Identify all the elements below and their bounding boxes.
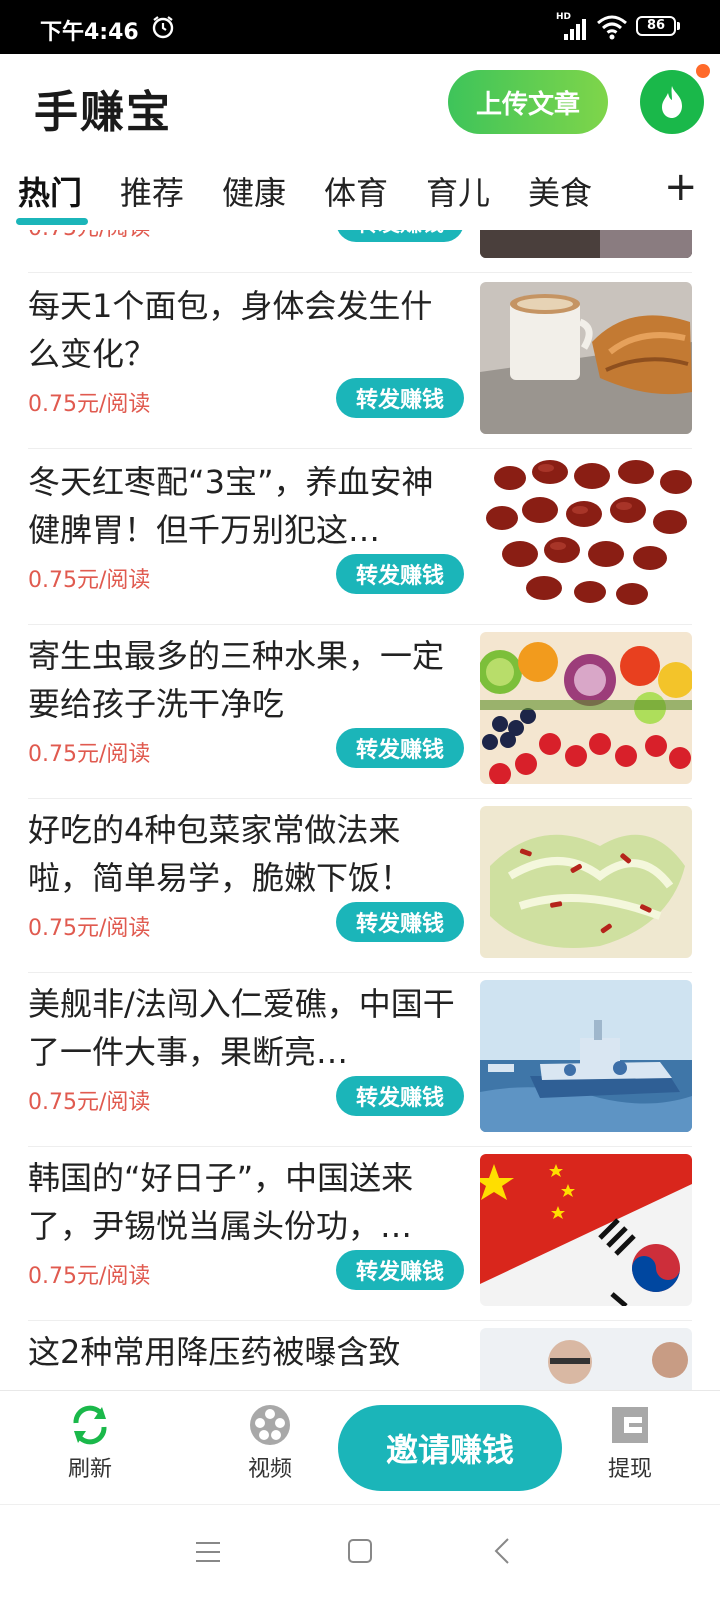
article-title: 这2种常用降压药被曝含致 — [28, 1333, 401, 1371]
article-price: 0.75元/阅读 — [28, 392, 151, 417]
article-title: 美舰非/法闯入仁爱礁，中国干了一件大事，果断亮… — [28, 985, 455, 1071]
list-item[interactable]: 韩国的“好日子”，中国送来了，尹锡悦当属头份功，… 0.75元/阅读 转发赚钱 — [28, 1144, 692, 1321]
system-navigation-bar — [0, 1504, 720, 1601]
list-item[interactable]: 每天1个面包，身体会发生什么变化？ 0.75元/阅读 转发赚钱 — [28, 272, 692, 449]
article-title: 寄生虫最多的三种水果，一定要给孩子洗干净吃 — [28, 637, 445, 723]
share-earn-button[interactable]: 转发赚钱 — [336, 230, 464, 242]
tab-sports[interactable]: 体育 — [324, 168, 388, 214]
article-thumbnail — [480, 282, 692, 434]
signal-icon — [564, 19, 586, 40]
share-earn-button[interactable]: 转发赚钱 — [336, 1076, 464, 1116]
article-thumbnail — [480, 230, 692, 258]
flame-icon — [662, 86, 682, 118]
category-tabs: 热门 推荐 健康 体育 育儿 美食 + — [0, 154, 720, 230]
list-item[interactable]: 好吃的4种包菜家常做法来啦，简单易学，脆嫩下饭！ 0.75元/阅读 转发赚钱 — [28, 796, 692, 973]
tab-parenting[interactable]: 育儿 — [426, 168, 490, 214]
nav-withdraw[interactable]: 提现 — [580, 1403, 680, 1483]
article-price: 0.75元/阅读 — [28, 568, 151, 593]
tab-hot[interactable]: 热门 — [18, 168, 82, 214]
upload-article-button[interactable]: 上传文章 — [448, 70, 608, 134]
list-item[interactable]: 美舰非/法闯入仁爱礁，中国干了一件大事，果断亮… 0.75元/阅读 转发赚钱 — [28, 970, 692, 1147]
article-title: 好吃的4种包菜家常做法来啦，简单易学，脆嫩下饭！ — [28, 811, 413, 897]
share-earn-button[interactable]: 转发赚钱 — [336, 728, 464, 768]
article-price: 0.75元/阅读 — [28, 230, 150, 242]
add-tab-button[interactable]: + — [664, 164, 698, 210]
nav-withdraw-label: 提现 — [607, 1457, 652, 1482]
nav-refresh[interactable]: 刷新 — [40, 1403, 140, 1483]
article-title: 冬天红枣配“3宝”，养血安神健脾胃！但千万别犯这… — [28, 463, 434, 549]
bottom-navigation: 刷新 视频 邀请赚钱 提现 — [0, 1390, 720, 1505]
list-item[interactable]: 0.75元/阅读 转发赚钱 — [28, 230, 692, 273]
app-header: 手赚宝 上传文章 — [0, 54, 720, 154]
article-price: 0.75元/阅读 — [28, 1264, 151, 1289]
article-thumbnail — [480, 632, 692, 784]
notification-dot — [696, 64, 710, 78]
tab-recommend[interactable]: 推荐 — [120, 168, 184, 214]
list-item[interactable]: 冬天红枣配“3宝”，养血安神健脾胃！但千万别犯这… 0.75元/阅读 转发赚钱 — [28, 448, 692, 625]
home-icon[interactable] — [348, 1539, 372, 1563]
status-bar: 下午4:46 HD 86 — [0, 0, 720, 54]
article-thumbnail — [480, 980, 692, 1132]
film-reel-icon — [250, 1405, 290, 1445]
article-price: 0.75元/阅读 — [28, 742, 151, 767]
share-earn-button[interactable]: 转发赚钱 — [336, 1250, 464, 1290]
back-icon[interactable] — [494, 1537, 510, 1565]
list-item[interactable]: 这2种常用降压药被曝含致 — [28, 1318, 692, 1390]
share-earn-button[interactable]: 转发赚钱 — [336, 378, 464, 418]
invite-earn-button[interactable]: 邀请赚钱 — [338, 1405, 562, 1491]
tab-health[interactable]: 健康 — [222, 168, 286, 214]
article-title: 韩国的“好日子”，中国送来了，尹锡悦当属头份功，… — [28, 1159, 414, 1245]
article-thumbnail — [480, 806, 692, 958]
share-earn-button[interactable]: 转发赚钱 — [336, 902, 464, 942]
article-price: 0.75元/阅读 — [28, 1090, 151, 1115]
nav-refresh-label: 刷新 — [67, 1457, 112, 1482]
menu-icon[interactable] — [196, 1541, 220, 1563]
refresh-icon — [73, 1405, 107, 1445]
article-thumbnail — [480, 458, 692, 610]
hot-button[interactable] — [640, 70, 704, 134]
alarm-icon — [152, 16, 174, 39]
article-thumbnail — [480, 1154, 692, 1306]
nav-video[interactable]: 视频 — [220, 1403, 320, 1483]
article-title: 每天1个面包，身体会发生什么变化？ — [28, 287, 433, 373]
nav-video-label: 视频 — [247, 1457, 292, 1482]
article-feed[interactable]: 0.75元/阅读 转发赚钱 每天1个面包，身体会发生什么变化？ 0.75元/阅读… — [0, 230, 720, 1390]
list-item[interactable]: 寄生虫最多的三种水果，一定要给孩子洗干净吃 0.75元/阅读 转发赚钱 — [28, 622, 692, 799]
battery-indicator: 86 — [636, 16, 680, 36]
status-time: 下午4:46 — [40, 20, 139, 45]
article-price: 0.75元/阅读 — [28, 916, 151, 941]
wifi-icon — [597, 15, 627, 40]
wallet-icon — [612, 1407, 648, 1443]
app-title: 手赚宝 — [34, 87, 172, 138]
article-thumbnail — [480, 1328, 692, 1390]
tab-food[interactable]: 美食 — [528, 168, 592, 214]
share-earn-button[interactable]: 转发赚钱 — [336, 554, 464, 594]
active-tab-indicator — [16, 218, 88, 225]
